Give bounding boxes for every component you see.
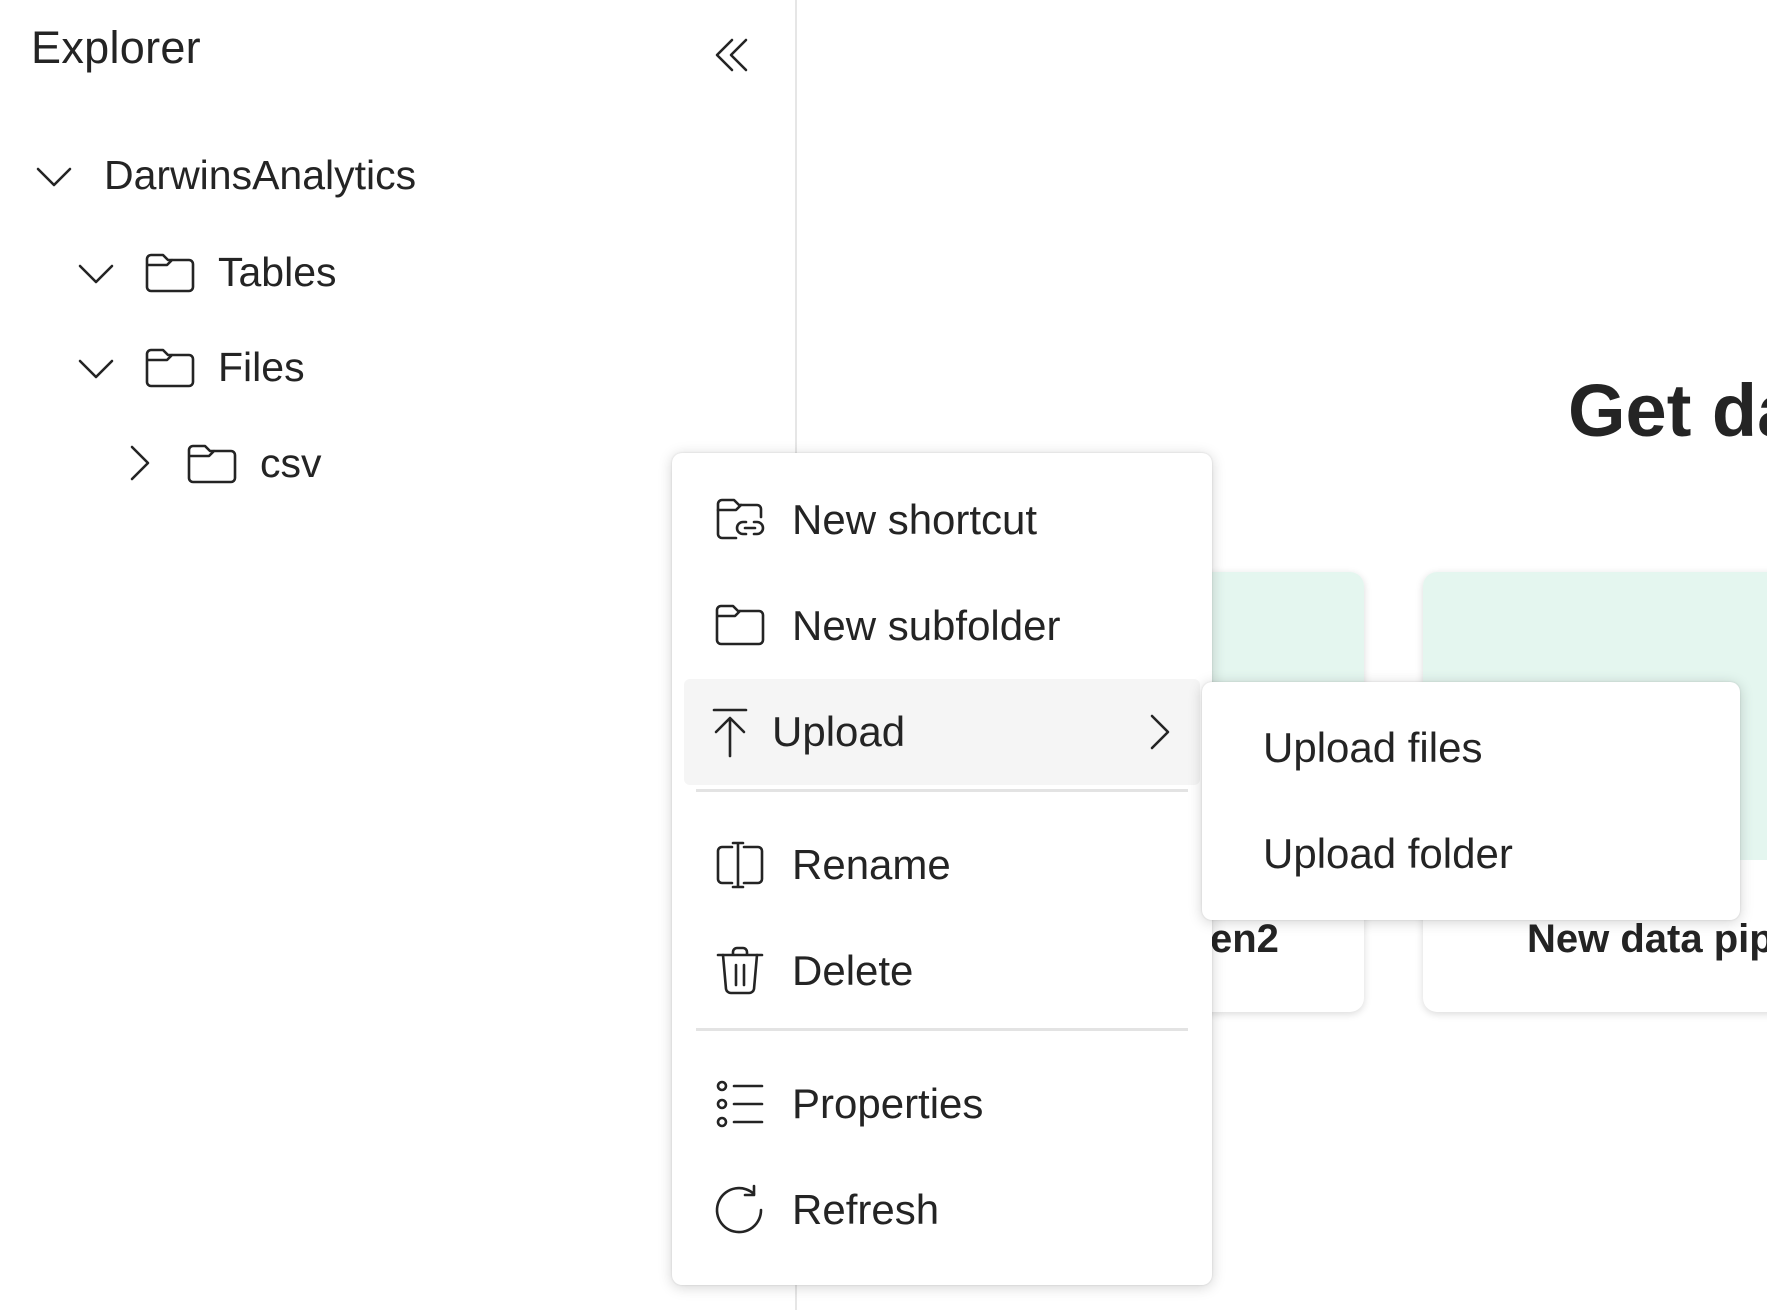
refresh-icon <box>712 1182 768 1238</box>
menu-item-upload[interactable]: Upload <box>684 679 1200 785</box>
trash-icon <box>712 943 768 999</box>
menu-item-label: New subfolder <box>792 602 1061 649</box>
card-label: New data pip <box>1527 917 1767 961</box>
card-label: en2 <box>1210 917 1279 961</box>
submenu-item-label: Upload folder <box>1263 830 1513 877</box>
upload-submenu: Upload files Upload folder <box>1202 682 1740 920</box>
chevron-down-icon[interactable] <box>76 347 116 387</box>
double-chevron-left-icon <box>715 38 748 72</box>
folder-link-icon <box>712 492 768 548</box>
menu-item-label: Properties <box>792 1080 984 1127</box>
tree-item-label: Files <box>218 343 305 390</box>
menu-item-delete[interactable]: Delete <box>684 918 1200 1024</box>
folder-icon <box>186 441 238 485</box>
folder-icon <box>144 250 196 294</box>
menu-item-label: Upload <box>772 708 906 755</box>
tree-item-label: Tables <box>218 248 337 295</box>
tree-item-label: csv <box>260 439 322 486</box>
folder-icon <box>712 598 768 654</box>
context-menu: New shortcut New subfolder Upload Rename <box>672 453 1212 1285</box>
explorer-title: Explorer <box>31 22 201 73</box>
menu-item-new-subfolder[interactable]: New subfolder <box>684 573 1200 679</box>
menu-item-new-shortcut[interactable]: New shortcut <box>684 467 1200 573</box>
chevron-right-icon <box>1140 710 1176 754</box>
collapse-explorer-button[interactable] <box>708 30 758 80</box>
submenu-item-upload-files[interactable]: Upload files <box>1214 696 1728 800</box>
tree-item-tables[interactable]: Tables <box>76 242 337 302</box>
menu-item-label: Refresh <box>792 1186 940 1233</box>
menu-item-label: New shortcut <box>792 496 1038 543</box>
menu-item-rename[interactable]: Rename <box>684 812 1200 918</box>
menu-item-properties[interactable]: Properties <box>684 1051 1200 1157</box>
tree-item-label: DarwinsAnalytics <box>104 151 417 198</box>
chevron-right-icon[interactable] <box>118 443 158 483</box>
menu-divider <box>696 789 1188 792</box>
chevron-down-icon[interactable] <box>34 155 74 195</box>
folder-icon <box>144 345 196 389</box>
menu-divider <box>696 1028 1188 1031</box>
menu-item-label: Delete <box>792 947 914 994</box>
tree-item-csv[interactable]: csv <box>118 433 322 493</box>
tree-item-root[interactable]: DarwinsAnalytics <box>34 145 416 205</box>
menu-item-label: Rename <box>792 841 951 888</box>
page-title: Get da <box>1568 369 1767 452</box>
submenu-item-upload-folder[interactable]: Upload folder <box>1214 802 1728 906</box>
upload-icon <box>702 704 758 760</box>
list-icon <box>712 1076 768 1132</box>
chevron-down-icon[interactable] <box>76 252 116 292</box>
submenu-item-label: Upload files <box>1263 724 1483 771</box>
menu-item-refresh[interactable]: Refresh <box>684 1157 1200 1263</box>
tree-item-files[interactable]: Files <box>76 337 305 397</box>
rename-icon <box>712 837 768 893</box>
